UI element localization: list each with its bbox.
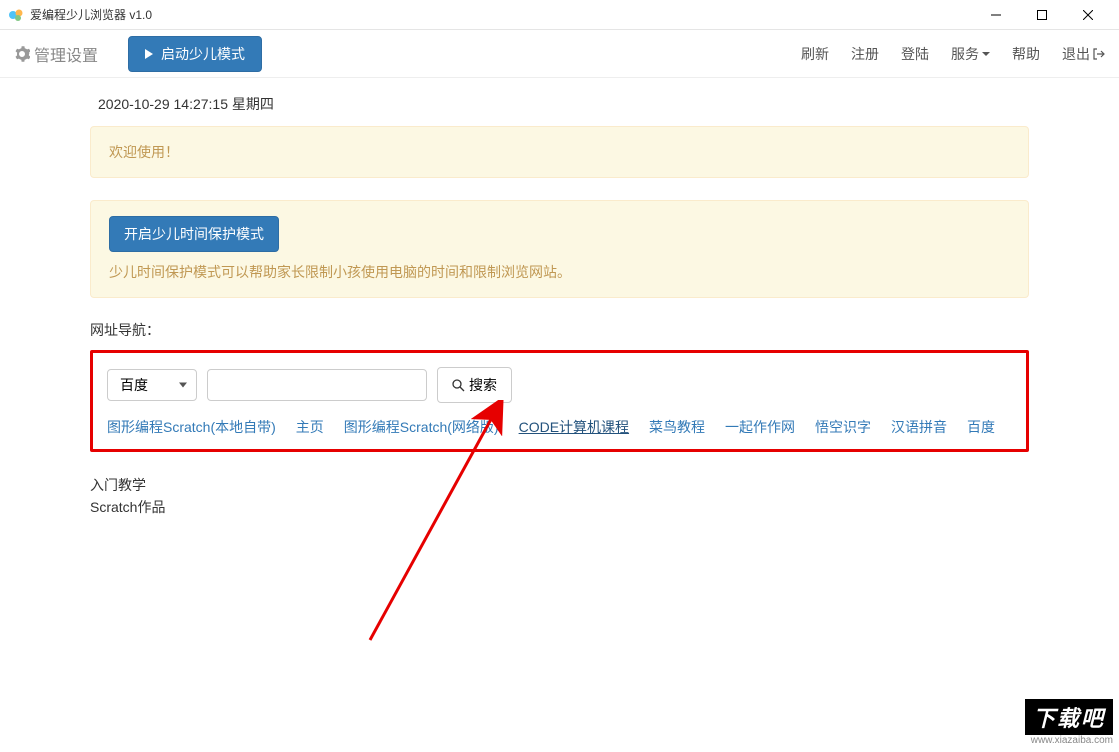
settings-link[interactable]: 管理设置 — [14, 42, 98, 66]
window-titlebar: 爱编程少儿浏览器 v1.0 — [0, 0, 1119, 30]
quick-link-scratch-web[interactable]: 图形编程Scratch(网络版) — [344, 417, 499, 437]
search-button[interactable]: 搜索 — [437, 367, 512, 403]
window-title: 爱编程少儿浏览器 v1.0 — [30, 6, 152, 23]
watermark-text: 下载吧 — [1025, 699, 1113, 735]
link-tutorial[interactable]: 入门教学 — [90, 474, 1029, 496]
link-scratch-works[interactable]: Scratch作品 — [90, 496, 1029, 518]
nav-help[interactable]: 帮助 — [1012, 44, 1040, 64]
welcome-alert: 欢迎使用！ — [90, 126, 1029, 178]
nav-login[interactable]: 登陆 — [901, 44, 929, 64]
quick-link-home[interactable]: 主页 — [296, 417, 324, 437]
exit-icon — [1093, 48, 1105, 60]
quick-link-scratch-local[interactable]: 图形编程Scratch(本地自带) — [107, 417, 276, 437]
nav-service-label: 服务 — [951, 44, 979, 64]
maximize-button[interactable] — [1019, 0, 1065, 30]
chevron-down-icon — [982, 52, 990, 56]
nav-refresh[interactable]: 刷新 — [801, 44, 829, 64]
nav-service[interactable]: 服务 — [951, 44, 990, 64]
protect-description: 少儿时间保护模式可以帮助家长限制小孩使用电脑的时间和限制浏览网站。 — [109, 262, 1010, 282]
watermark: 下载吧 www.xiazaiba.com — [1025, 699, 1113, 746]
quick-link-pinyin[interactable]: 汉语拼音 — [891, 417, 947, 437]
launch-kids-mode-button[interactable]: 启动少儿模式 — [128, 36, 262, 72]
main-toolbar: 管理设置 启动少儿模式 刷新 注册 登陆 服务 帮助 退出 — [0, 30, 1119, 78]
quick-link-runoob[interactable]: 菜鸟教程 — [649, 417, 705, 437]
nav-exit-label: 退出 — [1062, 44, 1090, 64]
gear-icon — [14, 46, 30, 62]
search-button-label: 搜索 — [469, 375, 497, 395]
nav-exit[interactable]: 退出 — [1062, 44, 1105, 64]
content-area: 2020-10-29 14:27:15 星期四 欢迎使用！ 开启少儿时间保护模式… — [0, 78, 1119, 519]
quick-link-code-course[interactable]: CODE计算机课程 — [519, 417, 629, 437]
quick-link-wukong[interactable]: 悟空识字 — [815, 417, 871, 437]
quick-link-yiqizuo[interactable]: 一起作作网 — [725, 417, 795, 437]
datetime-text: 2020-10-29 14:27:15 星期四 — [90, 94, 1029, 114]
welcome-text: 欢迎使用！ — [109, 144, 179, 160]
watermark-url: www.xiazaiba.com — [1025, 735, 1113, 746]
launch-label: 启动少儿模式 — [161, 44, 245, 64]
engine-select[interactable]: 百度 — [107, 369, 197, 401]
nav-right: 刷新 注册 登陆 服务 帮助 退出 — [801, 44, 1105, 64]
settings-label: 管理设置 — [34, 42, 98, 66]
engine-select-wrap: 百度 — [107, 369, 197, 401]
close-button[interactable] — [1065, 0, 1111, 30]
search-row: 百度 搜索 — [107, 367, 1012, 403]
search-icon — [452, 379, 465, 392]
nav-box: 百度 搜索 图形编程Scratch(本地自带) 主页 图形编程Scratch(网… — [90, 350, 1029, 452]
nav-section-label: 网址导航： — [90, 320, 1029, 340]
window-controls — [973, 0, 1111, 30]
nav-register[interactable]: 注册 — [851, 44, 879, 64]
quick-link-baidu[interactable]: 百度 — [967, 417, 995, 437]
bottom-links: 入门教学 Scratch作品 — [90, 474, 1029, 519]
quick-links-row: 图形编程Scratch(本地自带) 主页 图形编程Scratch(网络版) CO… — [107, 417, 1012, 437]
enable-protect-button[interactable]: 开启少儿时间保护模式 — [109, 216, 279, 252]
play-icon — [145, 49, 153, 59]
protect-alert: 开启少儿时间保护模式 少儿时间保护模式可以帮助家长限制小孩使用电脑的时间和限制浏… — [90, 200, 1029, 298]
search-input[interactable] — [207, 369, 427, 401]
minimize-button[interactable] — [973, 0, 1019, 30]
app-icon — [8, 7, 24, 23]
